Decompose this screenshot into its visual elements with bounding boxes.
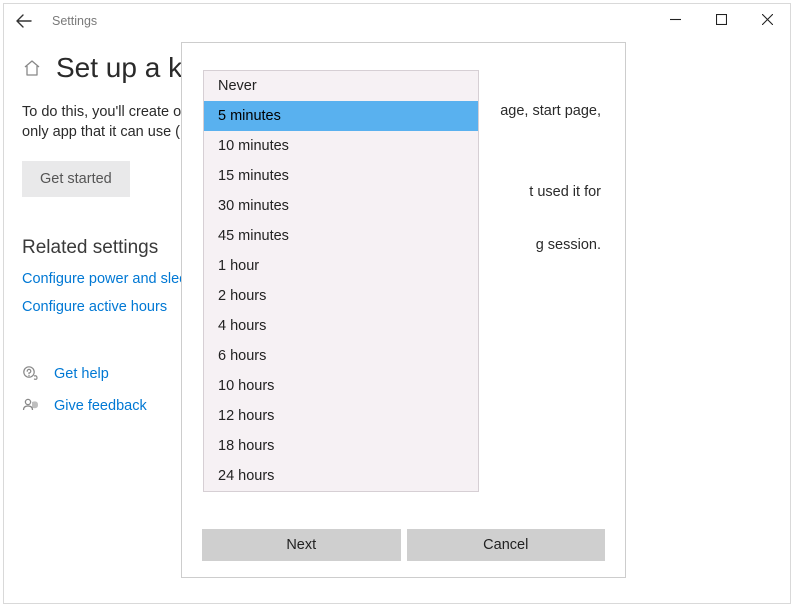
app-title: Settings: [52, 14, 97, 28]
help-icon: [22, 365, 40, 383]
titlebar: Settings: [4, 4, 790, 38]
dropdown-option[interactable]: 6 hours: [204, 341, 478, 371]
link-give-feedback[interactable]: Give feedback: [54, 398, 147, 414]
minimize-icon: [670, 14, 681, 25]
dropdown-option[interactable]: Never: [204, 71, 478, 101]
arrow-left-icon: [16, 13, 32, 29]
feedback-icon: [22, 397, 40, 415]
get-started-button[interactable]: Get started: [22, 161, 130, 197]
cancel-button[interactable]: Cancel: [407, 529, 606, 561]
dialog-footer: Next Cancel: [202, 529, 605, 561]
link-get-help[interactable]: Get help: [54, 366, 109, 382]
dropdown-option[interactable]: 24 hours: [204, 461, 478, 491]
close-icon: [762, 14, 773, 25]
dropdown-option[interactable]: 12 hours: [204, 401, 478, 431]
dropdown-option[interactable]: 10 minutes: [204, 131, 478, 161]
dropdown-option[interactable]: 15 minutes: [204, 161, 478, 191]
dropdown-option[interactable]: 2 hours: [204, 281, 478, 311]
maximize-icon: [716, 14, 727, 25]
dropdown-option[interactable]: 10 hours: [204, 371, 478, 401]
settings-window: Settings Set up a kiosk To do this, you'…: [3, 3, 791, 604]
back-button[interactable]: [4, 4, 44, 38]
idle-timeout-dropdown[interactable]: Never5 minutes10 minutes15 minutes30 min…: [203, 70, 479, 492]
home-icon: [22, 58, 42, 78]
next-button[interactable]: Next: [202, 529, 401, 561]
dropdown-option[interactable]: 5 minutes: [204, 101, 478, 131]
window-controls: [652, 4, 790, 34]
dropdown-option[interactable]: 1 hour: [204, 251, 478, 281]
dropdown-option[interactable]: 30 minutes: [204, 191, 478, 221]
dropdown-option[interactable]: 18 hours: [204, 431, 478, 461]
dropdown-option[interactable]: 4 hours: [204, 311, 478, 341]
minimize-button[interactable]: [652, 4, 698, 34]
dropdown-option[interactable]: 45 minutes: [204, 221, 478, 251]
maximize-button[interactable]: [698, 4, 744, 34]
close-button[interactable]: [744, 4, 790, 34]
